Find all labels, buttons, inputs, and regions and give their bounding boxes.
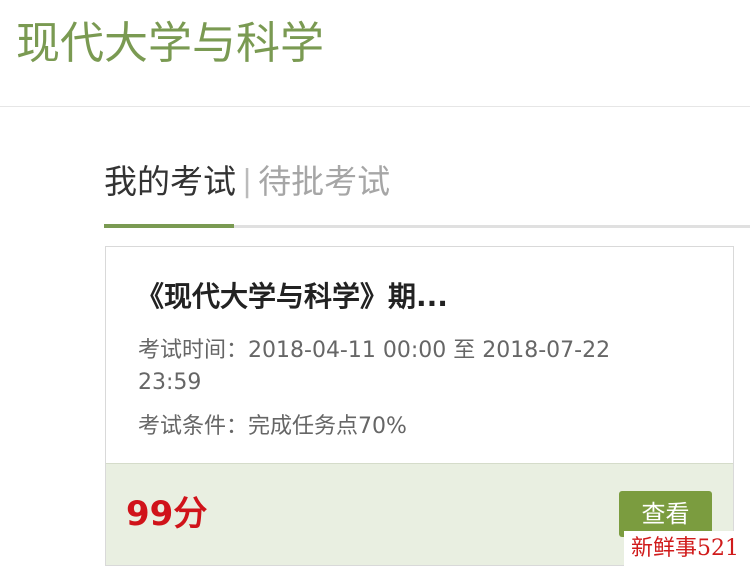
exam-condition-value: 完成任务点70% [248,414,407,439]
active-tab-indicator [104,224,234,228]
page-header: 现代大学与科学 [0,0,750,107]
watermark-text: 新鲜事521 [624,531,746,567]
tab-pending-exams[interactable]: 待批考试 [258,160,390,204]
exam-condition-label: 考试条件： [138,414,249,439]
exam-title[interactable]: 《现代大学与科学》期... [136,275,448,319]
course-title: 现代大学与科学 [16,18,324,69]
exam-tabs: 我的考试 | 待批考试 [104,160,390,204]
exam-card: 《现代大学与科学》期... 考试时间：2018-04-11 00:00 至 20… [105,246,734,566]
exam-page: 现代大学与科学 我的考试 | 待批考试 《现代大学与科学》期... 考试时间：201… [0,0,750,573]
exam-score: 99分 [126,494,208,534]
exam-time-row: 考试时间：2018-04-11 00:00 至 2018-07-22 23:59 [138,335,658,399]
tab-my-exams[interactable]: 我的考试 [104,160,236,204]
tab-separator: | [242,164,253,199]
exam-condition-row: 考试条件：完成任务点70% [138,411,658,443]
exam-time-label: 考试时间： [138,338,249,363]
